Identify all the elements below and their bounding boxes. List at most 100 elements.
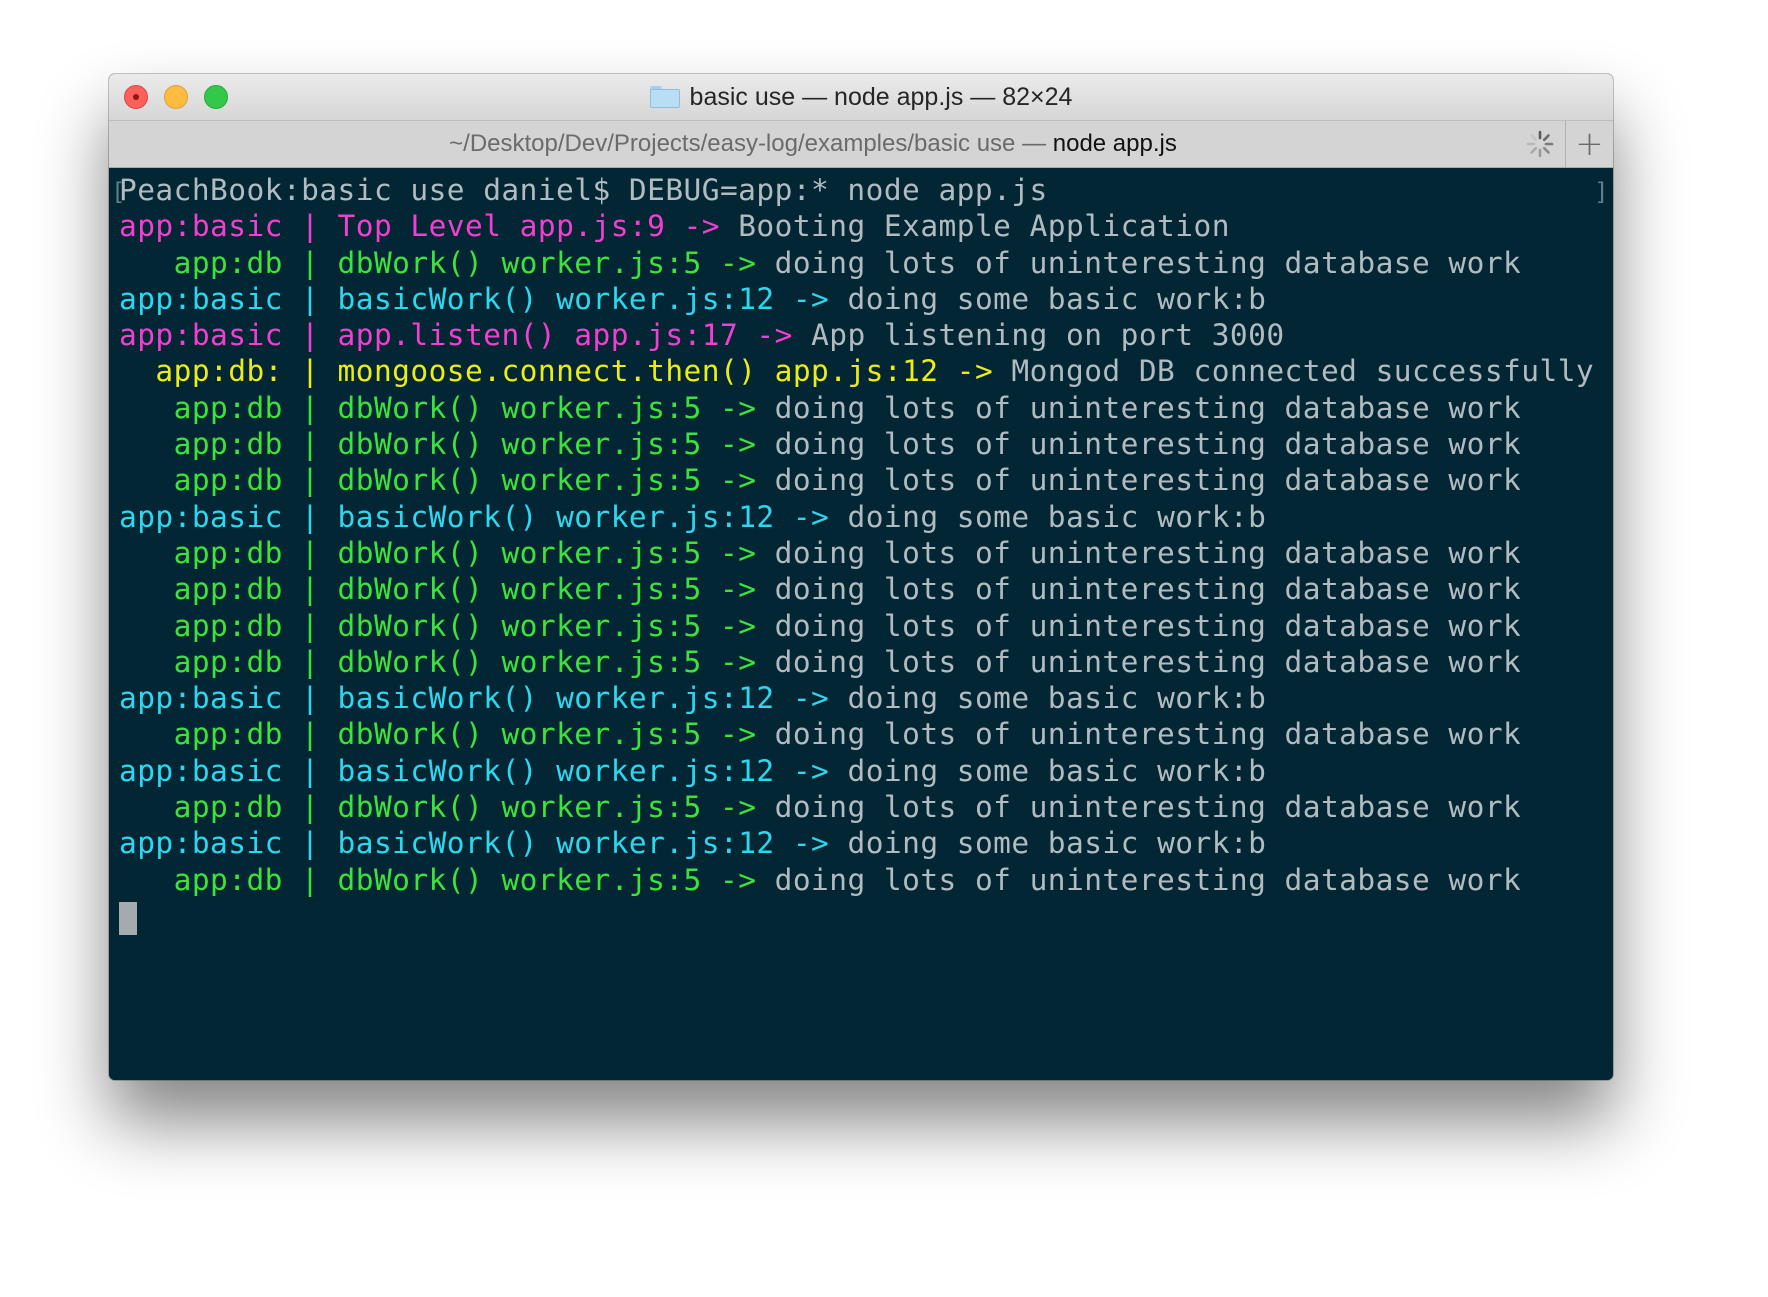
log-line: app:basic | app.listen() app.js:17 -> Ap… [119, 317, 1594, 353]
terminal-window: basic use — node app.js — 82×24 ~/Deskto… [109, 74, 1613, 1080]
log-separator: | [282, 499, 338, 534]
log-separator: | [282, 354, 338, 389]
tab-path: ~/Desktop/Dev/Projects/easy-log/examples… [449, 130, 1016, 157]
log-message: App listening on port 3000 [811, 318, 1285, 353]
log-arrow: -> [720, 427, 757, 462]
log-namespace: app:basic [119, 499, 283, 534]
log-line: app:db | dbWork() worker.js:5 -> doing l… [119, 716, 1594, 752]
log-separator: | [282, 281, 338, 316]
log-message: Booting Example Application [738, 209, 1230, 244]
log-arrow: -> [792, 281, 830, 316]
log-function: dbWork() [337, 390, 484, 425]
window-title-area: basic use — node app.js — 82×24 [109, 74, 1613, 120]
log-message: doing lots of uninteresting database wor… [774, 390, 1522, 425]
log-function: dbWork() [337, 463, 484, 498]
log-function: dbWork() [337, 790, 484, 825]
log-function: basicWork() [337, 499, 538, 534]
log-location: worker.js:5 [501, 427, 702, 462]
log-arrow: -> [720, 245, 757, 280]
terminal-output[interactable]: [ ] PeachBook:basic use daniel$ DEBUG=ap… [109, 168, 1613, 1080]
log-separator: | [282, 826, 338, 861]
title-bar[interactable]: basic use — node app.js — 82×24 [109, 74, 1613, 120]
log-function: dbWork() [337, 608, 484, 643]
log-message: doing lots of uninteresting database wor… [774, 427, 1522, 462]
log-namespace: app:db [119, 790, 283, 825]
spinner-icon [1526, 130, 1554, 158]
log-line: app:db | dbWork() worker.js:5 -> doing l… [119, 608, 1594, 644]
log-location: worker.js:5 [501, 862, 702, 897]
shell-prompt-line: PeachBook:basic use daniel$ DEBUG=app:* … [119, 173, 1048, 207]
log-arrow: -> [720, 390, 757, 425]
log-location: worker.js:5 [501, 535, 702, 570]
log-namespace: app:db [119, 572, 283, 607]
log-message: doing some basic work:b [847, 681, 1267, 716]
log-namespace: app:basic [119, 281, 283, 316]
log-location: worker.js:12 [556, 753, 775, 788]
log-arrow: -> [720, 644, 757, 679]
log-namespace: app:db [119, 717, 283, 752]
log-separator: | [282, 535, 338, 570]
log-namespace: app:basic [119, 318, 283, 353]
log-separator: | [282, 753, 338, 788]
log-namespace: app:db [119, 608, 283, 643]
log-separator: | [282, 318, 338, 353]
log-separator: | [282, 209, 338, 244]
log-location: worker.js:12 [556, 681, 775, 716]
log-location: worker.js:5 [501, 245, 702, 280]
log-separator: | [282, 790, 338, 825]
log-function: dbWork() [337, 862, 484, 897]
log-line: app:db | dbWork() worker.js:5 -> doing l… [119, 535, 1594, 571]
tab-active[interactable]: ~/Desktop/Dev/Projects/easy-log/examples… [109, 121, 1517, 167]
log-message: doing lots of uninteresting database wor… [774, 717, 1522, 752]
log-separator: | [282, 862, 338, 897]
log-namespace: app:db: [119, 354, 283, 389]
window-title: basic use — node app.js — 82×24 [689, 82, 1073, 111]
new-tab-button[interactable]: + [1566, 121, 1613, 167]
log-arrow: -> [720, 463, 757, 498]
folder-icon [649, 86, 680, 108]
log-location: worker.js:12 [556, 281, 775, 316]
log-line: app:basic | basicWork() worker.js:12 -> … [119, 680, 1594, 716]
log-namespace: app:basic [119, 681, 283, 716]
log-separator: | [282, 681, 338, 716]
log-namespace: app:basic [119, 826, 283, 861]
log-function: dbWork() [337, 245, 484, 280]
log-location: worker.js:5 [501, 390, 702, 425]
log-arrow: -> [720, 572, 757, 607]
log-function: Top Level [337, 209, 502, 244]
log-namespace: app:db [119, 427, 283, 462]
log-location: worker.js:5 [501, 790, 702, 825]
log-arrow: -> [720, 535, 757, 570]
tab-separator: — [1015, 130, 1053, 157]
log-function: dbWork() [337, 644, 484, 679]
log-line: app:db | dbWork() worker.js:5 -> doing l… [119, 245, 1594, 281]
log-message: doing lots of uninteresting database wor… [774, 790, 1522, 825]
log-line: app:basic | basicWork() worker.js:12 -> … [119, 753, 1594, 789]
log-line: app:basic | basicWork() worker.js:12 -> … [119, 281, 1594, 317]
log-line: app:db | dbWork() worker.js:5 -> doing l… [119, 862, 1594, 898]
log-separator: | [282, 717, 338, 752]
log-location: worker.js:5 [501, 644, 702, 679]
log-namespace: app:basic [119, 209, 283, 244]
log-function: dbWork() [337, 572, 484, 607]
plus-icon: + [1575, 124, 1604, 164]
log-namespace: app:db [119, 535, 283, 570]
log-arrow: -> [720, 862, 757, 897]
log-message: Mongod DB connected successfully [1011, 354, 1595, 389]
log-function: app.listen() [337, 318, 557, 353]
log-arrow: -> [720, 790, 757, 825]
log-line: app:db | dbWork() worker.js:5 -> doing l… [119, 789, 1594, 825]
log-namespace: app:db [119, 245, 283, 280]
tab-process: node app.js [1052, 130, 1177, 157]
log-message: doing some basic work:b [847, 281, 1267, 316]
log-message: doing lots of uninteresting database wor… [774, 608, 1522, 643]
log-function: basicWork() [337, 281, 538, 316]
log-line: app:db | dbWork() worker.js:5 -> doing l… [119, 462, 1594, 498]
log-line: app:db | dbWork() worker.js:5 -> doing l… [119, 390, 1594, 426]
log-message: doing lots of uninteresting database wor… [774, 644, 1522, 679]
log-message: doing some basic work:b [847, 499, 1267, 534]
log-function: basicWork() [337, 826, 538, 861]
log-message: doing some basic work:b [847, 753, 1267, 788]
log-namespace: app:db [119, 463, 283, 498]
log-function: basicWork() [337, 753, 538, 788]
